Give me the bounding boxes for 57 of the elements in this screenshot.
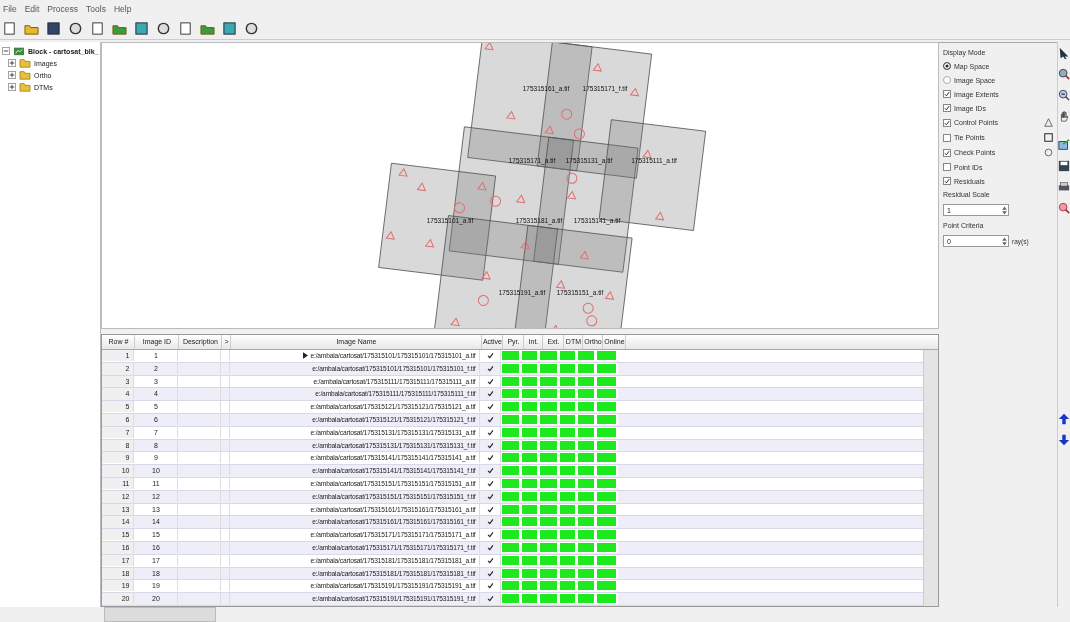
check-icon[interactable] bbox=[486, 544, 494, 551]
move-down-icon[interactable] bbox=[1058, 434, 1070, 446]
block-icon bbox=[13, 46, 25, 56]
zoom-icon[interactable] bbox=[1058, 202, 1070, 214]
radio-button[interactable] bbox=[943, 76, 951, 84]
check-icon[interactable] bbox=[486, 556, 494, 564]
folder-icon bbox=[19, 82, 31, 92]
print-icon[interactable] bbox=[1058, 181, 1070, 193]
check-icon[interactable] bbox=[486, 480, 494, 488]
check-icon[interactable] bbox=[486, 518, 494, 526]
zoom-out-icon[interactable] bbox=[1058, 89, 1070, 101]
expand-icon[interactable] bbox=[8, 59, 16, 67]
check-icon[interactable] bbox=[486, 428, 494, 436]
check-icon[interactable] bbox=[486, 595, 494, 603]
check-icon[interactable] bbox=[486, 377, 494, 385]
scrollbar[interactable] bbox=[104, 607, 216, 622]
folder-icon bbox=[19, 70, 31, 80]
menu-item[interactable]: Tools bbox=[86, 3, 106, 14]
circle-icon bbox=[1044, 148, 1053, 157]
checkbox[interactable] bbox=[943, 163, 951, 171]
checkbox[interactable] bbox=[943, 177, 951, 185]
pointer-icon[interactable] bbox=[1058, 47, 1070, 59]
check-icon[interactable] bbox=[486, 390, 494, 398]
checkbox[interactable] bbox=[943, 118, 951, 127]
scrollbar[interactable] bbox=[923, 350, 938, 606]
folder-icon bbox=[19, 58, 31, 68]
move-up-icon[interactable] bbox=[1058, 413, 1070, 425]
radio-button[interactable] bbox=[943, 62, 951, 70]
check-icon[interactable] bbox=[486, 416, 494, 424]
check-icon[interactable] bbox=[486, 505, 494, 513]
new-file-icon[interactable] bbox=[2, 20, 17, 36]
hand-icon[interactable] bbox=[1058, 110, 1070, 122]
menu-item[interactable]: Help bbox=[113, 3, 132, 14]
check-icon[interactable] bbox=[486, 531, 494, 539]
menu-item[interactable]: File bbox=[3, 3, 17, 14]
checkbox[interactable] bbox=[943, 90, 951, 98]
check-icon[interactable] bbox=[486, 454, 494, 462]
check-icon[interactable] bbox=[486, 403, 494, 411]
expand-icon[interactable] bbox=[8, 83, 16, 91]
checkbox[interactable] bbox=[943, 104, 951, 112]
collapse-icon[interactable] bbox=[2, 47, 10, 55]
check-icon[interactable] bbox=[486, 441, 494, 449]
menu-item[interactable]: Process bbox=[47, 3, 79, 14]
check-icon[interactable] bbox=[486, 467, 494, 475]
checkbox[interactable] bbox=[943, 133, 951, 142]
expand-icon[interactable] bbox=[8, 71, 16, 79]
spin-arrows-icon[interactable] bbox=[1001, 235, 1008, 247]
spin-arrows-icon[interactable] bbox=[1001, 204, 1008, 216]
check-icon[interactable] bbox=[486, 364, 494, 372]
square-icon bbox=[1044, 133, 1053, 142]
check-icon[interactable] bbox=[486, 582, 494, 590]
check-icon[interactable] bbox=[486, 352, 494, 360]
check-icon[interactable] bbox=[486, 492, 494, 500]
menu-item[interactable]: Edit bbox=[24, 3, 40, 14]
check-icon[interactable] bbox=[486, 569, 494, 577]
zoom-in-icon[interactable] bbox=[1058, 68, 1070, 80]
checkbox[interactable] bbox=[943, 148, 951, 157]
